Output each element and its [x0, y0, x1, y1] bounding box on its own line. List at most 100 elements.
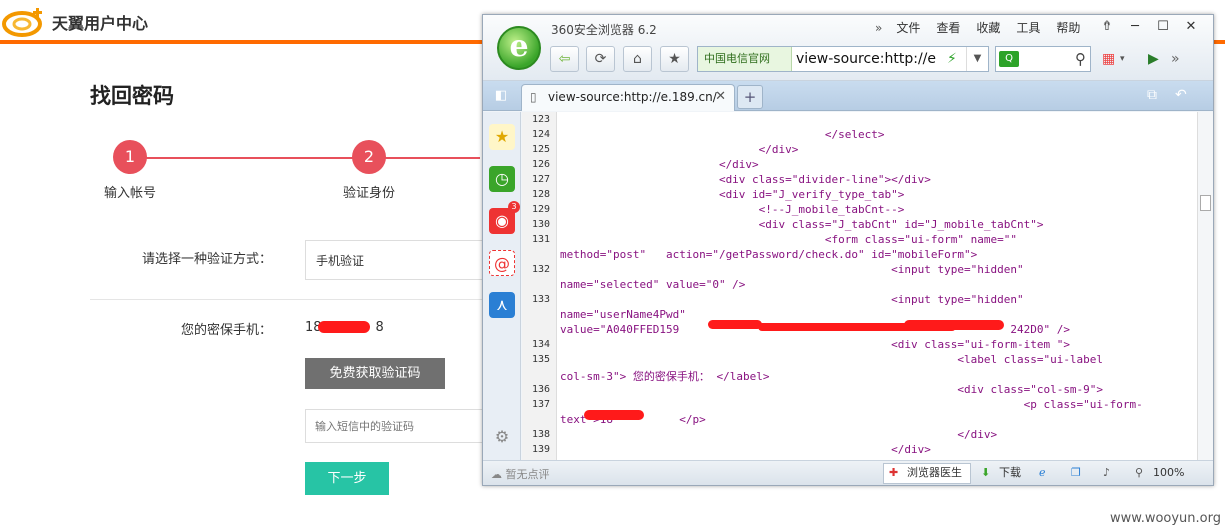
source-line: name="selected" value="0" /> [560, 278, 746, 291]
source-line: <label class="ui-label [560, 353, 1104, 366]
source-code-view: 123 124 </select> 125 </div> 126 </div> 127 … [522, 112, 1197, 460]
new-tab-button[interactable]: + [737, 85, 763, 109]
line-number: 137 [531, 399, 550, 410]
line-number: 125 [531, 144, 550, 155]
line-number: 124 [531, 129, 550, 140]
speed-mode-icon[interactable]: ⚡ [947, 47, 957, 71]
back-icon: ⇦ [558, 51, 571, 67]
source-line: </div> [560, 143, 799, 156]
status-bar: ☁ 暂无点评 ✚ 浏览器医生 ⬇ 下载 ℯ ❐ ♪ ⚲ 100% [483, 460, 1213, 485]
sms-code-input[interactable] [305, 409, 495, 443]
search-icon[interactable]: ⚲ [1075, 47, 1086, 71]
maximize-icon[interactable]: ☐ [1149, 17, 1177, 37]
media-play-icon[interactable]: ▶ [1148, 50, 1159, 68]
redaction-mark [584, 410, 644, 420]
app-icon[interactable]: ⋏ [489, 292, 515, 318]
site-name[interactable]: 天翼用户中心 [52, 10, 148, 34]
weibo-badge: 3 [508, 201, 520, 213]
line-number: 131 [531, 234, 550, 245]
menu-tools[interactable]: 工具 [1008, 19, 1048, 37]
get-sms-code-button[interactable]: 免费获取验证码 [305, 358, 445, 389]
search-engine-icon[interactable]: Q [999, 51, 1019, 67]
zoom-icon[interactable]: ⚲ [1135, 465, 1143, 481]
zoom-level[interactable]: 100% [1153, 465, 1184, 481]
source-line: <div id="J_verify_type_tab"> [560, 188, 905, 201]
menu-file[interactable]: 文件 [888, 19, 928, 37]
step-1-circle: 1 [113, 140, 147, 174]
review-text: 暂无点评 [505, 468, 550, 481]
sound-icon[interactable]: ♪ [1103, 465, 1110, 481]
line-number: 129 [531, 204, 550, 215]
verify-method-select[interactable]: 手机验证 [305, 240, 505, 280]
apps-grid-icon[interactable]: ▦ [1102, 50, 1115, 68]
home-icon: ⌂ [633, 51, 642, 67]
source-line: <input type="hidden" [560, 263, 1024, 276]
browser-sidebar: ★ ◷ ◉ 3 @ ⋏ ⚙ [483, 112, 521, 460]
undo-close-icon[interactable]: ↶ [1175, 87, 1187, 103]
window-controls: ⇮ ─ ☐ ✕ [1093, 17, 1205, 37]
refresh-button[interactable]: ⟳ [586, 46, 615, 72]
menu-help[interactable]: 帮助 [1048, 19, 1088, 37]
search-box[interactable]: Q ⚲ [995, 46, 1091, 72]
menu-more-icon[interactable]: » [869, 19, 888, 37]
favorites-star-icon[interactable]: ★ [489, 124, 515, 150]
source-line: </select> [560, 128, 885, 141]
source-line: </div> [560, 158, 759, 171]
doctor-icon: ✚ [889, 466, 899, 479]
tab-list-icon[interactable]: ⧉ [1147, 87, 1157, 103]
menu-favorites[interactable]: 收藏 [968, 19, 1008, 37]
source-line: <form class="ui-form" name="" [560, 233, 1017, 246]
review-status[interactable]: ☁ 暂无点评 [491, 466, 550, 482]
menu-view[interactable]: 查看 [928, 19, 968, 37]
toolbar-more-icon[interactable]: » [1171, 50, 1180, 68]
line-number: 135 [531, 354, 550, 365]
browser-title: 360安全浏览器 6.2 [551, 23, 657, 37]
line-number: 133 [531, 294, 550, 305]
redaction-mark [708, 320, 762, 329]
source-line: <div class="divider-line"></div> [560, 173, 931, 186]
site-badge[interactable]: 中国电信官网 [698, 47, 792, 71]
redaction-mark [318, 321, 370, 333]
source-line: <p class="ui-form- [560, 398, 1143, 411]
window-icon[interactable]: ❐ [1071, 465, 1081, 481]
tab-close-icon[interactable]: ✕ [715, 89, 726, 104]
mail-icon[interactable]: @ [489, 250, 515, 276]
minimize-icon[interactable]: ─ [1121, 17, 1149, 37]
phone-label: 您的密保手机： [180, 323, 272, 338]
next-step-button[interactable]: 下一步 [305, 462, 389, 495]
tab-view-source[interactable]: ▯ view-source:http://e.189.cn/ ✕ [521, 84, 735, 111]
page-title: 找回密码 [90, 84, 174, 108]
apps-dropdown-icon[interactable]: ▾ [1120, 50, 1125, 68]
browser-menubar: » 文件 查看 收藏 工具 帮助 [869, 19, 1088, 37]
line-number: 126 [531, 159, 550, 170]
history-clock-icon[interactable]: ◷ [489, 166, 515, 192]
scrollbar-thumb[interactable] [1200, 195, 1211, 211]
vertical-scrollbar[interactable] [1197, 112, 1213, 460]
page-icon: ▯ [530, 90, 537, 104]
line-number: 130 [531, 219, 550, 230]
back-button[interactable]: ⇦ [550, 46, 579, 72]
line-number: 139 [531, 444, 550, 455]
step-2-circle: 2 [352, 140, 386, 174]
doctor-label: 浏览器医生 [907, 466, 962, 479]
sidebar-toggle-icon[interactable]: ◧ [489, 86, 513, 106]
close-icon[interactable]: ✕ [1177, 17, 1205, 37]
download-icon[interactable]: ⬇ [981, 465, 990, 481]
line-number: 123 [531, 114, 550, 125]
favorite-button[interactable]: ★ [660, 46, 689, 72]
address-dropdown-icon[interactable]: ▼ [966, 47, 988, 71]
settings-gear-icon[interactable]: ⚙ [489, 424, 515, 450]
home-button[interactable]: ⌂ [623, 46, 652, 72]
source-line: <div class="J_tabCnt" id="J_mobile_tabCn… [560, 218, 1044, 231]
pin-icon[interactable]: ⇮ [1093, 17, 1121, 37]
download-label[interactable]: 下载 [999, 465, 1021, 481]
url-text[interactable]: view-source:http://e [796, 47, 946, 71]
watermark: www.wooyun.org [1109, 511, 1221, 526]
ie-mode-icon[interactable]: ℯ [1039, 465, 1046, 481]
source-line: <input type="hidden" [560, 293, 1024, 306]
source-line: col-sm-3"> 您的密保手机： </label> [560, 370, 770, 383]
step-2-label: 验证身份 [343, 186, 396, 201]
tianyi-logo-icon [2, 8, 42, 37]
address-bar[interactable]: 中国电信官网 view-source:http://e ⚡ ▼ [697, 46, 989, 72]
line-number: 134 [531, 339, 550, 350]
